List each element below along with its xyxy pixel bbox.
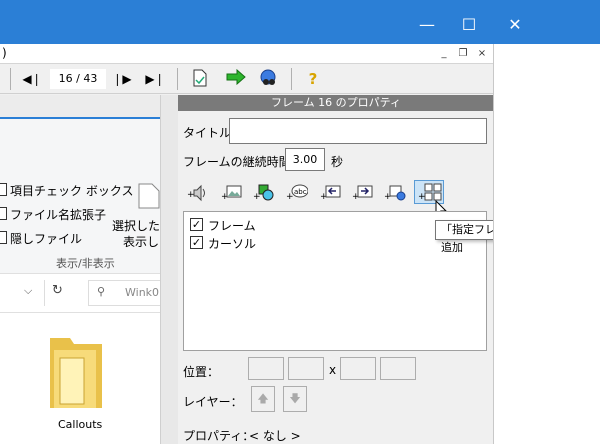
- document-check-icon[interactable]: [190, 69, 210, 89]
- mdi-close-button[interactable]: ×: [474, 46, 490, 62]
- folder-label[interactable]: Callouts: [58, 418, 102, 431]
- svg-text:+: +: [187, 190, 195, 200]
- ribbon-item-label: ファイル名拡張子: [10, 208, 107, 222]
- explorer-ribbon: 項目チェック ボックス ファイル名拡張子 隠しファイル 選択した項 表示し 表示…: [0, 117, 160, 273]
- duration-label: フレームの継続時間: [183, 155, 291, 169]
- title-input[interactable]: [229, 118, 487, 144]
- toolbar-separator: [291, 68, 292, 90]
- position-y-input: [288, 357, 324, 380]
- menubar: ) _ ❐ ×: [0, 44, 494, 64]
- chevron-down-icon[interactable]: ⌵: [24, 284, 32, 298]
- ribbon-item-label: 隠しファイル: [10, 232, 83, 246]
- size-w-input: [340, 357, 376, 380]
- file-icon: [138, 183, 160, 209]
- title-label: タイトル: [183, 126, 232, 140]
- property-value: < なし >: [249, 429, 301, 443]
- svg-text:+: +: [418, 192, 426, 202]
- splitter[interactable]: [160, 95, 178, 444]
- add-sound-icon[interactable]: +: [187, 183, 209, 203]
- layer-up-button: 🡅: [251, 386, 275, 412]
- size-h-input: [380, 357, 416, 380]
- folder-icon[interactable]: [48, 328, 106, 412]
- add-text-icon[interactable]: + abc: [286, 183, 309, 203]
- search-input[interactable]: ⚲ Wink0: [88, 280, 160, 306]
- add-link-button-icon[interactable]: +: [384, 183, 406, 203]
- maximize-button[interactable]: ☐: [446, 10, 492, 40]
- layer-down-button: 🡇: [283, 386, 307, 412]
- ribbon-group-label: 表示/非表示: [56, 257, 115, 270]
- prev-frame-button[interactable]: ◀❘: [22, 69, 42, 89]
- list-item-label: フレーム: [208, 219, 256, 233]
- svg-text:abc: abc: [294, 188, 307, 196]
- duration-input[interactable]: 3.00: [285, 148, 325, 171]
- add-image-icon[interactable]: +: [221, 183, 243, 203]
- next-frame-button[interactable]: ❘▶: [112, 69, 132, 89]
- add-shape-icon[interactable]: +: [253, 183, 275, 203]
- mdi-restore-button[interactable]: ❐: [455, 46, 471, 62]
- layer-label: レイヤー：: [183, 395, 243, 409]
- refresh-icon[interactable]: ↻: [52, 283, 63, 298]
- explorer-addressbar: ⌵ ↻ ⚲ Wink0: [0, 273, 160, 313]
- checkbox[interactable]: [0, 231, 7, 244]
- go-arrow-icon[interactable]: [225, 68, 247, 89]
- title-input-value: [230, 124, 234, 137]
- menubar-fragment: ): [2, 46, 7, 60]
- toolbar-separator: [177, 68, 178, 90]
- add-next-button-icon[interactable]: +: [352, 183, 374, 203]
- page-counter: 16 / 43: [50, 69, 106, 89]
- close-button[interactable]: ✕: [492, 10, 538, 40]
- ribbon-side-label: 表示し: [123, 235, 160, 249]
- position-x-input: [248, 357, 284, 380]
- outside-area: [494, 44, 600, 444]
- checkbox[interactable]: [0, 207, 7, 220]
- help-icon[interactable]: ?: [303, 69, 323, 89]
- panel-header: フレーム 16 のプロパティ: [178, 95, 494, 111]
- checkbox[interactable]: [0, 183, 7, 196]
- search-placeholder: Wink0: [125, 286, 160, 299]
- property-label: プロパティ：: [183, 429, 255, 443]
- minimize-button[interactable]: —: [404, 10, 450, 40]
- toolbar-separator: [10, 68, 11, 90]
- last-frame-button[interactable]: ▶❘: [145, 69, 165, 89]
- duration-unit: 秒: [331, 155, 344, 169]
- toolbar: ◀❘ 16 / 43 ❘▶ ▶❘ ?: [0, 64, 494, 94]
- mdi-minimize-button[interactable]: _: [436, 46, 452, 62]
- add-prev-button-icon[interactable]: +: [320, 183, 342, 203]
- ribbon-item-label: 項目チェック ボックス: [10, 184, 134, 198]
- position-separator: x: [329, 363, 337, 377]
- checkbox-checked[interactable]: ✓: [190, 218, 203, 231]
- list-item-label: カーソル: [208, 237, 257, 251]
- position-label: 位置：: [183, 365, 220, 379]
- ribbon-side-label: 選択した項: [112, 219, 160, 233]
- search-icon: ⚲: [97, 285, 106, 298]
- web-export-icon[interactable]: [258, 69, 280, 89]
- explorer-strip: [0, 95, 160, 117]
- checkbox-checked[interactable]: ✓: [190, 236, 203, 249]
- divider: [44, 280, 45, 306]
